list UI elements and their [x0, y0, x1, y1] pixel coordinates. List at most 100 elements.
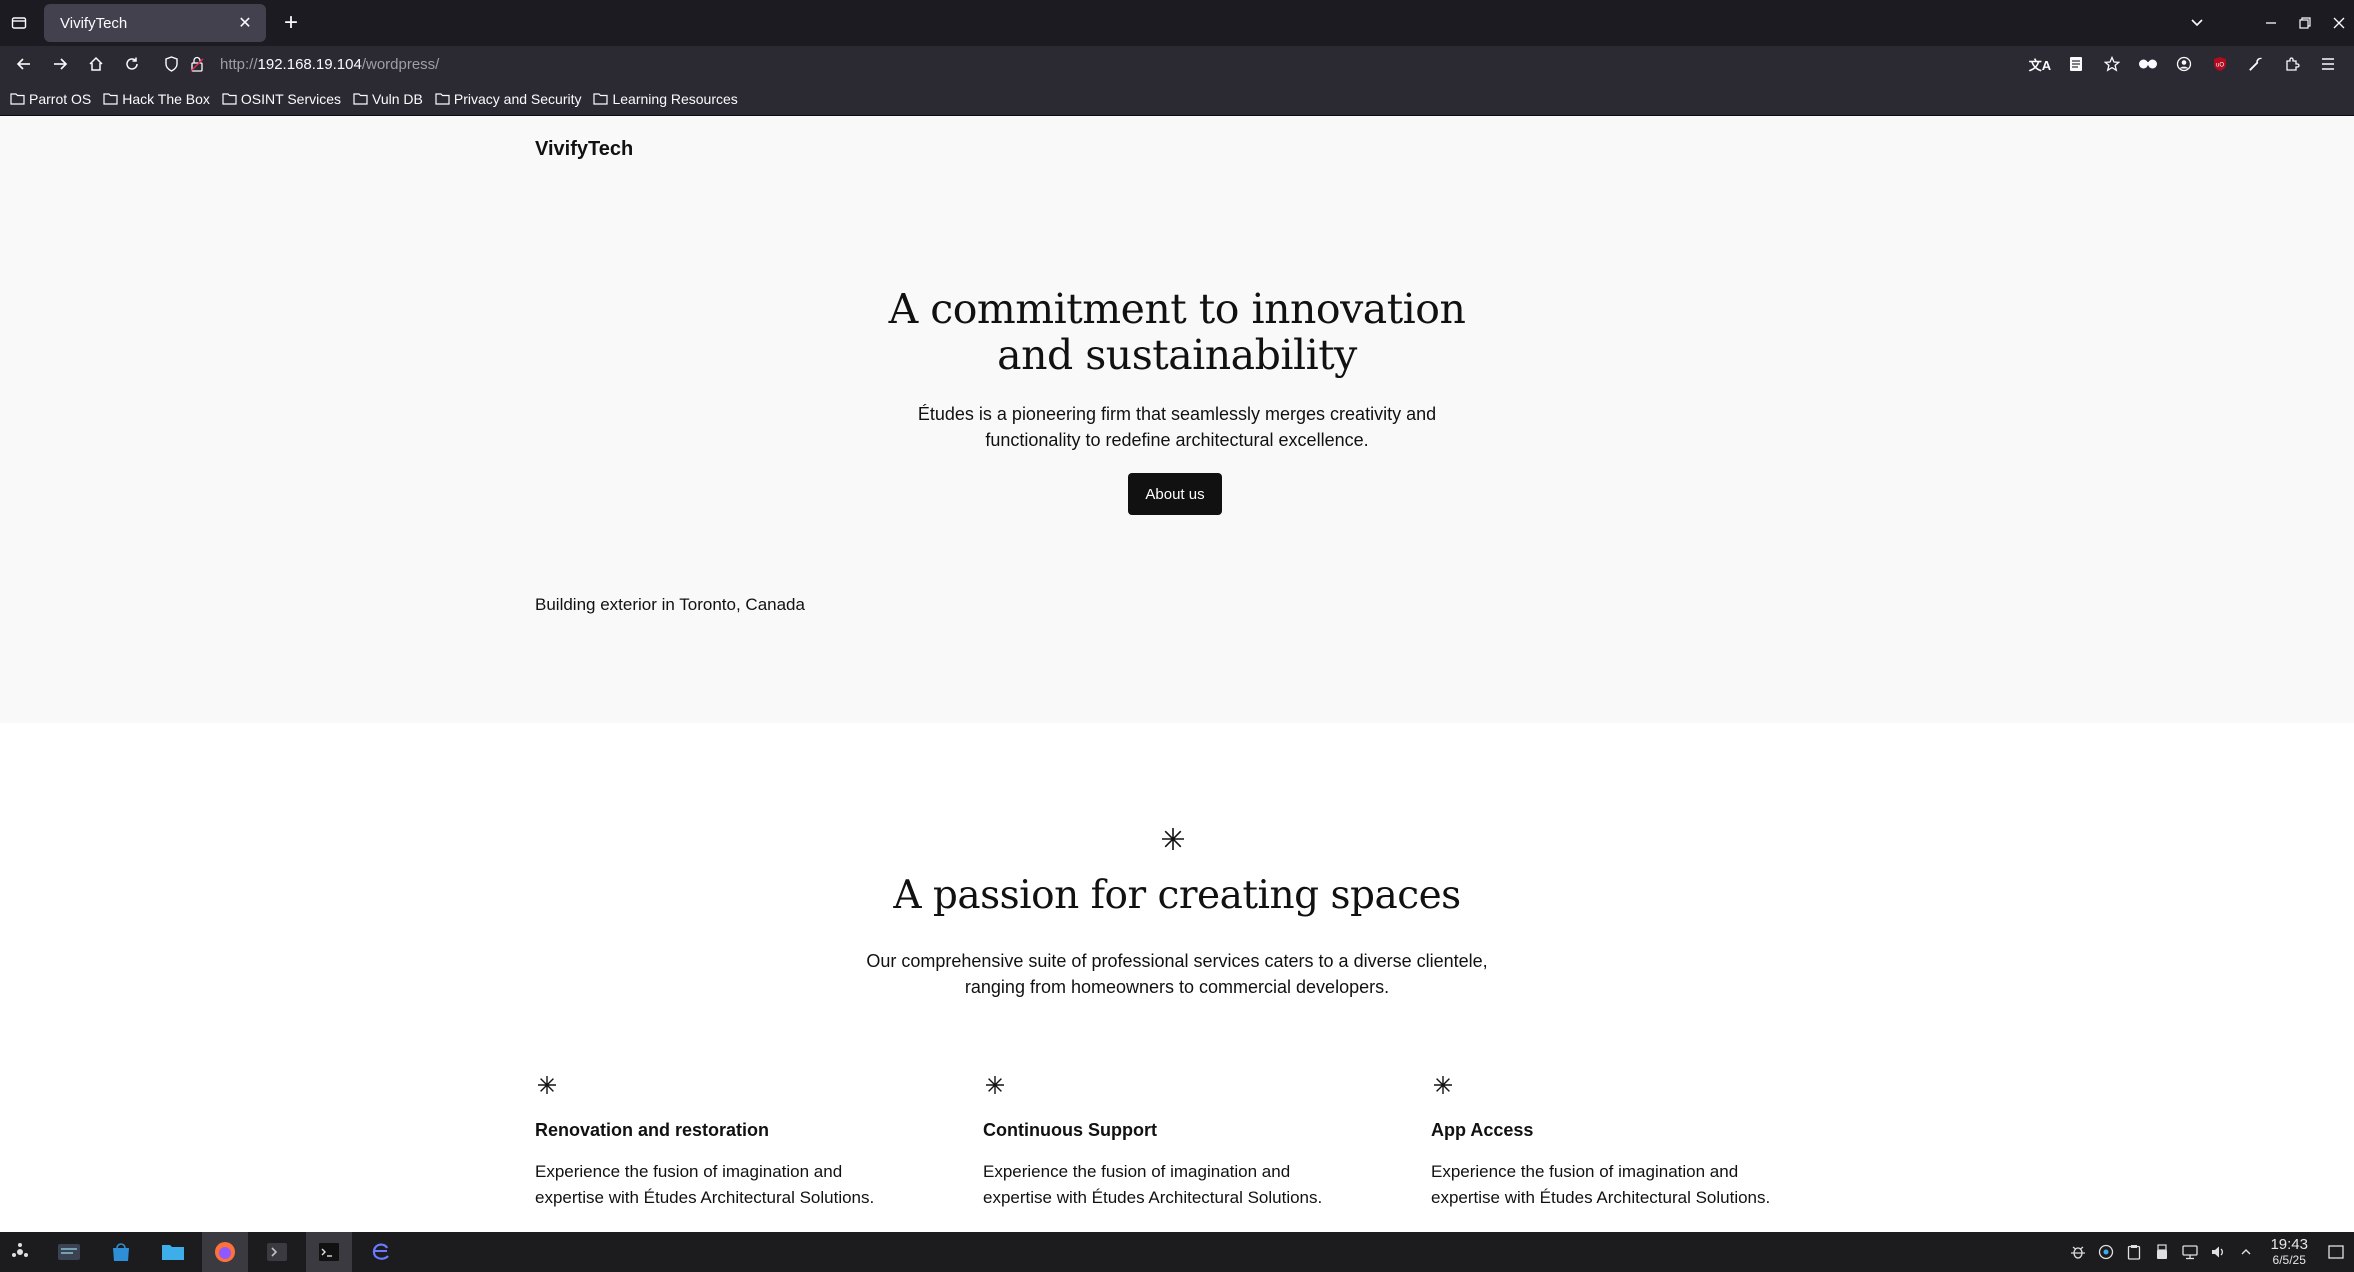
ublock-icon[interactable]: uO: [2204, 48, 2236, 80]
about-us-button[interactable]: About us: [1128, 473, 1222, 515]
service-description-line-2: expertise with Études Architectural Solu…: [983, 1188, 1323, 1207]
bookmark-label: Vuln DB: [372, 90, 423, 107]
tab-vivifytech[interactable]: VivifyTech ✕: [44, 4, 266, 42]
browser-e-icon[interactable]: [358, 1232, 404, 1272]
service-description: Experience the fusion of imagination and…: [535, 1159, 955, 1211]
asterisk-icon: [986, 1076, 1004, 1094]
url-path: /wordpress/: [361, 55, 440, 73]
system-tray: 19:43 6/5/25: [2064, 1232, 2354, 1272]
folder-icon: [222, 93, 237, 105]
folder-icon: [103, 93, 118, 105]
service-description: Experience the fusion of imagination and…: [983, 1159, 1403, 1211]
menu-icon[interactable]: [2312, 48, 2344, 80]
plus-icon[interactable]: +: [274, 6, 308, 40]
terminal-icon[interactable]: [306, 1232, 352, 1272]
account-icon[interactable]: [2168, 48, 2200, 80]
hero-section: VivifyTech A commitment to innovation an…: [0, 116, 2354, 723]
service-title: App Access: [1431, 1120, 1534, 1140]
bookmarks-toolbar: Parrot OS Hack The Box OSINT Services Vu…: [0, 82, 2354, 116]
usb-device-icon[interactable]: [2148, 1232, 2176, 1272]
services-description-line-1: Our comprehensive suite of professional …: [866, 951, 1488, 971]
translate-icon[interactable]: 文A: [2024, 48, 2056, 80]
reload-icon[interactable]: [116, 48, 148, 80]
services-section: A passion for creating spaces Our compre…: [0, 723, 2354, 1232]
svg-text:uO: uO: [2216, 63, 2224, 69]
bug-icon[interactable]: [2064, 1232, 2092, 1272]
vpn-icon[interactable]: [2092, 1232, 2120, 1272]
extensions-icon[interactable]: [2276, 48, 2308, 80]
hero-heading-line-1: A commitment to innovation: [888, 285, 1466, 333]
folder-icon: [10, 93, 25, 105]
bookmark-label: Privacy and Security: [453, 90, 582, 107]
bookmark-label: Hack The Box: [122, 90, 210, 107]
volume-icon[interactable]: [2204, 1232, 2232, 1272]
tab-strip: VivifyTech ✕ +: [0, 0, 2354, 46]
service-card-renovation: Renovation and restoration Experience th…: [535, 1073, 955, 1211]
firefox-icon[interactable]: [202, 1232, 248, 1272]
bookmark-folder-learning-resources[interactable]: Learning Resources: [593, 90, 738, 107]
service-description-line-2: expertise with Études Architectural Solu…: [535, 1188, 875, 1207]
folder-icon: [593, 93, 609, 105]
task-manager-icon[interactable]: [46, 1232, 92, 1272]
clock-time: 19:43: [2270, 1236, 2308, 1253]
chevron-up-icon[interactable]: [2232, 1232, 2260, 1272]
private-browsing-icon[interactable]: [2132, 48, 2164, 80]
forward-arrow-icon[interactable]: [44, 48, 76, 80]
services-description-line-2: ranging from homeowners to commercial de…: [964, 977, 1390, 997]
service-description-line-1: Experience the fusion of imagination and: [1431, 1162, 1739, 1181]
image-caption: Building exterior in Toronto, Canada: [535, 595, 805, 614]
bookmark-folder-parrot-os[interactable]: Parrot OS: [10, 91, 91, 107]
clipboard-icon[interactable]: [2120, 1232, 2148, 1272]
terminal-prompt-icon[interactable]: [254, 1232, 300, 1272]
service-card-support: Continuous Support Experience the fusion…: [983, 1073, 1403, 1211]
bookmark-label: OSINT Services: [240, 90, 342, 107]
bookmark-folder-hack-the-box[interactable]: Hack The Box: [103, 91, 210, 107]
close-window-icon[interactable]: [2324, 8, 2354, 38]
hero-description-line-2: functionality to redefine architectural …: [985, 430, 1369, 450]
star-icon[interactable]: [2096, 48, 2128, 80]
minimize-icon[interactable]: [2256, 8, 2286, 38]
services-description: Our comprehensive suite of professional …: [0, 948, 2354, 1000]
wrench-icon[interactable]: [2240, 48, 2272, 80]
url-host: 192.168.19.104: [257, 55, 362, 73]
bookmark-folder-vuln-db[interactable]: Vuln DB: [353, 91, 423, 107]
close-icon[interactable]: ✕: [234, 12, 256, 34]
services-heading: A passion for creating spaces: [893, 873, 1461, 918]
clock[interactable]: 19:43 6/5/25: [2270, 1236, 2308, 1268]
back-arrow-icon[interactable]: [8, 48, 40, 80]
hero-heading-line-2: and sustainability: [997, 331, 1357, 379]
asterisk-icon: [1162, 828, 1184, 850]
tab-list-icon[interactable]: [2, 6, 36, 40]
hero-description-line-1: Études is a pioneering firm that seamles…: [917, 404, 1437, 424]
folder-icon: [435, 93, 450, 105]
bookmark-label: Learning Resources: [612, 90, 738, 107]
software-store-icon[interactable]: [98, 1232, 144, 1272]
navigation-toolbar: http://192.168.19.104/wordpress/ 文A uO: [0, 46, 2354, 82]
asterisk-icon: [538, 1076, 556, 1094]
asterisk-icon: [1434, 1076, 1452, 1094]
url-scheme: http://: [220, 55, 258, 73]
bookmark-folder-osint-services[interactable]: OSINT Services: [222, 91, 341, 107]
service-title: Renovation and restoration: [535, 1120, 770, 1140]
shield-icon[interactable]: [158, 51, 184, 77]
file-manager-icon[interactable]: [150, 1232, 196, 1272]
url-bar[interactable]: http://192.168.19.104/wordpress/: [152, 48, 2022, 80]
site-title[interactable]: VivifyTech: [535, 138, 633, 161]
url-text: http://192.168.19.104/wordpress/: [220, 56, 439, 73]
service-card-app-access: App Access Experience the fusion of imag…: [1431, 1073, 1851, 1211]
home-icon[interactable]: [80, 48, 112, 80]
web-page: VivifyTech A commitment to innovation an…: [0, 116, 2354, 1232]
service-description-line-1: Experience the fusion of imagination and: [535, 1162, 843, 1181]
insecure-lock-icon[interactable]: [184, 51, 210, 77]
app-launcher-icon[interactable]: [0, 1232, 40, 1272]
chevron-down-icon[interactable]: [2182, 8, 2212, 38]
restore-icon[interactable]: [2290, 8, 2320, 38]
tab-title: VivifyTech: [60, 14, 128, 32]
folder-icon: [353, 93, 368, 105]
network-icon[interactable]: [2176, 1232, 2204, 1272]
hero-heading: A commitment to innovation and sustainab…: [0, 286, 2354, 378]
show-desktop-icon[interactable]: [2318, 1232, 2354, 1272]
reader-view-icon[interactable]: [2060, 48, 2092, 80]
taskbar: 19:43 6/5/25: [0, 1232, 2354, 1272]
bookmark-folder-privacy-and-security[interactable]: Privacy and Security: [435, 90, 582, 107]
